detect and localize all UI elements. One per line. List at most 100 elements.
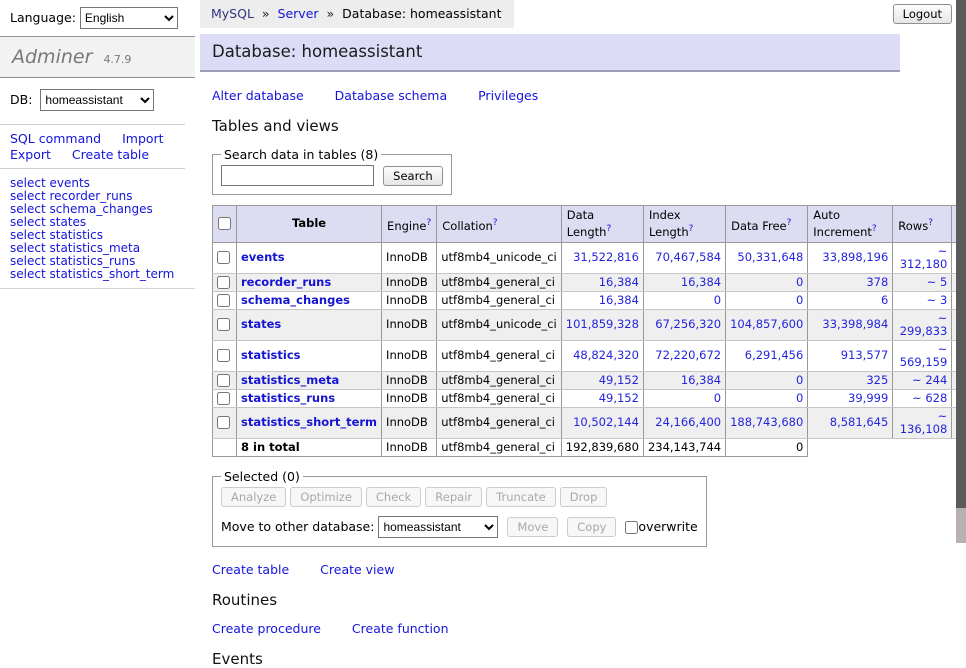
sidebar-table-link[interactable]: recorder_runs <box>49 189 132 203</box>
data-free-link[interactable]: 50,331,648 <box>737 250 803 264</box>
sidebar-link-create-table[interactable]: Create table <box>72 147 149 162</box>
select-link[interactable]: select <box>10 228 46 242</box>
row-checkbox[interactable] <box>217 294 230 307</box>
repair-button[interactable]: Repair <box>425 487 482 507</box>
row-checkbox[interactable] <box>217 251 230 264</box>
rows-link[interactable]: ~ 136,108 <box>900 409 948 436</box>
data-free-link[interactable]: 0 <box>796 373 803 387</box>
index-length-link[interactable]: 72,220,672 <box>655 348 721 362</box>
rows-link[interactable]: ~ 628 <box>912 391 947 405</box>
row-checkbox[interactable] <box>217 416 230 429</box>
column-hint-link[interactable]: ? <box>606 224 611 234</box>
create-function-link[interactable]: Create function <box>352 621 449 636</box>
table-name-link[interactable]: schema_changes <box>241 293 350 307</box>
index-length-link[interactable]: 16,384 <box>681 275 721 289</box>
table-name-link[interactable]: events <box>241 250 285 264</box>
rows-link[interactable]: ~ 5 <box>927 275 948 289</box>
optimize-button[interactable]: Optimize <box>290 487 362 507</box>
rows-link[interactable]: ~ 299,833 <box>900 311 948 338</box>
table-name-link[interactable]: states <box>241 317 281 331</box>
create-view-link[interactable]: Create view <box>320 562 394 577</box>
analyze-button[interactable]: Analyze <box>221 487 286 507</box>
select-link[interactable]: select <box>10 189 46 203</box>
create-table-link[interactable]: Create table <box>212 562 289 577</box>
move-db-select[interactable]: homeassistant <box>378 516 498 538</box>
truncate-button[interactable]: Truncate <box>486 487 556 507</box>
rows-link[interactable]: ~ 569,159 <box>900 342 948 369</box>
table-name-link[interactable]: recorder_runs <box>241 275 331 289</box>
select-link[interactable]: select <box>10 202 46 216</box>
table-name-link[interactable]: statistics <box>241 348 301 362</box>
column-hint-link[interactable]: ? <box>493 218 498 228</box>
privileges-link[interactable]: Privileges <box>478 88 538 103</box>
rows-link[interactable]: ~ 244 <box>912 373 947 387</box>
auto-increment-link[interactable]: 378 <box>866 275 888 289</box>
table-name-link[interactable]: statistics_meta <box>241 373 339 387</box>
index-length-link[interactable]: 24,166,400 <box>655 415 721 429</box>
language-select[interactable]: English <box>80 7 178 29</box>
data-length-link[interactable]: 31,522,816 <box>573 250 639 264</box>
select-link[interactable]: select <box>10 215 46 229</box>
check-button[interactable]: Check <box>366 487 421 507</box>
overwrite-checkbox[interactable] <box>625 521 638 534</box>
search-button[interactable]: Search <box>383 166 443 186</box>
logout-button[interactable]: Logout <box>893 4 952 24</box>
column-hint-link[interactable]: ? <box>689 224 694 234</box>
data-length-link[interactable]: 49,152 <box>599 391 639 405</box>
scrollbar-thumb[interactable] <box>956 0 966 508</box>
table-name-link[interactable]: statistics_runs <box>241 391 335 405</box>
copy-button[interactable]: Copy <box>567 517 616 537</box>
move-button[interactable]: Move <box>507 517 558 537</box>
sidebar-table-link[interactable]: statistics_meta <box>49 241 140 255</box>
auto-increment-link[interactable]: 325 <box>866 373 888 387</box>
data-length-link[interactable]: 16,384 <box>599 293 639 307</box>
data-free-link[interactable]: 0 <box>796 391 803 405</box>
search-input[interactable] <box>221 165 374 186</box>
sidebar-table-link[interactable]: schema_changes <box>49 202 152 216</box>
data-free-link[interactable]: 104,857,600 <box>730 317 803 331</box>
data-length-link[interactable]: 16,384 <box>599 275 639 289</box>
column-hint-link[interactable]: ? <box>928 218 933 228</box>
data-length-link[interactable]: 10,502,144 <box>573 415 639 429</box>
data-free-link[interactable]: 6,291,456 <box>745 348 804 362</box>
data-length-link[interactable]: 49,152 <box>599 373 639 387</box>
rows-link[interactable]: ~ 312,180 <box>900 244 948 271</box>
column-hint-link[interactable]: ? <box>787 218 792 228</box>
sidebar-table-link[interactable]: statistics_short_term <box>49 267 174 281</box>
sidebar-table-link[interactable]: statistics <box>49 228 103 242</box>
sidebar-link-import[interactable]: Import <box>122 131 164 146</box>
select-all-checkbox[interactable] <box>218 217 231 230</box>
index-length-link[interactable]: 70,467,584 <box>655 250 721 264</box>
row-checkbox[interactable] <box>217 374 230 387</box>
auto-increment-link[interactable]: 913,577 <box>841 348 889 362</box>
data-length-link[interactable]: 48,824,320 <box>573 348 639 362</box>
index-length-link[interactable]: 0 <box>714 391 721 405</box>
auto-increment-link[interactable]: 33,398,984 <box>822 317 888 331</box>
auto-increment-link[interactable]: 33,898,196 <box>822 250 888 264</box>
auto-increment-link[interactable]: 39,999 <box>848 391 888 405</box>
drop-button[interactable]: Drop <box>560 487 608 507</box>
data-free-link[interactable]: 0 <box>796 275 803 289</box>
sidebar-link-sql-command[interactable]: SQL command <box>10 131 101 146</box>
db-select[interactable]: homeassistant <box>40 89 154 111</box>
row-checkbox[interactable] <box>217 392 230 405</box>
column-hint-link[interactable]: ? <box>426 218 431 228</box>
data-free-link[interactable]: 0 <box>796 293 803 307</box>
row-checkbox[interactable] <box>217 349 230 362</box>
sidebar-link-export[interactable]: Export <box>10 147 51 162</box>
sidebar-table-link[interactable]: statistics_runs <box>49 254 135 268</box>
column-hint-link[interactable]: ? <box>872 224 877 234</box>
sidebar-table-link[interactable]: events <box>49 176 89 190</box>
row-checkbox[interactable] <box>217 318 230 331</box>
alter-database-link[interactable]: Alter database <box>212 88 304 103</box>
auto-increment-link[interactable]: 8,581,645 <box>830 415 889 429</box>
create-procedure-link[interactable]: Create procedure <box>212 621 321 636</box>
table-name-link[interactable]: statistics_short_term <box>241 415 377 429</box>
breadcrumb-mysql-link[interactable]: MySQL <box>211 6 254 21</box>
database-schema-link[interactable]: Database schema <box>335 88 447 103</box>
index-length-link[interactable]: 67,256,320 <box>655 317 721 331</box>
data-length-link[interactable]: 101,859,328 <box>566 317 639 331</box>
breadcrumb-server-link[interactable]: Server <box>278 6 319 21</box>
row-checkbox[interactable] <box>217 276 230 289</box>
scrollbar-track[interactable] <box>956 0 966 543</box>
